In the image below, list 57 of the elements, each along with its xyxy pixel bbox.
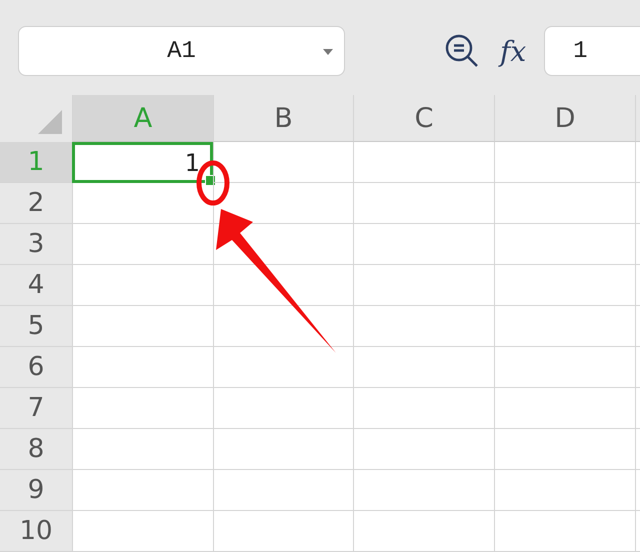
magnifier-icon[interactable] [444, 33, 480, 69]
table-cell[interactable] [353, 265, 494, 306]
table-cell[interactable] [494, 511, 635, 552]
table-cell[interactable] [72, 470, 213, 511]
annotation-circle-overlay [196, 160, 230, 206]
table-cell[interactable] [72, 183, 213, 224]
row-header[interactable]: 5 [0, 306, 72, 347]
name-box[interactable]: A1 [18, 26, 345, 76]
table-cell[interactable] [213, 429, 353, 470]
table-cell[interactable] [353, 224, 494, 265]
column-header[interactable]: C [353, 95, 494, 142]
table-cell[interactable] [353, 388, 494, 429]
table-cell[interactable] [72, 347, 213, 388]
table-cell[interactable] [213, 347, 353, 388]
table-cell[interactable] [494, 265, 635, 306]
table-cell[interactable] [494, 183, 635, 224]
table-cell[interactable] [353, 429, 494, 470]
table-cell[interactable] [72, 224, 213, 265]
table-cell[interactable] [494, 429, 635, 470]
table-cell[interactable] [72, 388, 213, 429]
table-cell[interactable] [72, 306, 213, 347]
table-cell[interactable]: 1 [72, 142, 213, 183]
row-header[interactable]: 10 [0, 511, 72, 552]
row-header[interactable]: 7 [0, 388, 72, 429]
table-cell[interactable] [213, 470, 353, 511]
table-cell[interactable] [494, 142, 635, 183]
column-header[interactable] [635, 95, 640, 142]
select-all-corner[interactable] [0, 95, 72, 142]
table-cell[interactable] [213, 511, 353, 552]
table-cell[interactable] [494, 388, 635, 429]
table-cell[interactable] [353, 347, 494, 388]
function-label[interactable]: fx [500, 34, 526, 68]
table-cell[interactable] [72, 511, 213, 552]
table-cell[interactable] [72, 429, 213, 470]
row-header[interactable]: 6 [0, 347, 72, 388]
table-cell[interactable] [213, 142, 353, 183]
table-cell[interactable] [353, 511, 494, 552]
table-cell[interactable] [353, 470, 494, 511]
row-header[interactable]: 8 [0, 429, 72, 470]
column-header[interactable]: B [213, 95, 353, 142]
table-cell[interactable] [494, 224, 635, 265]
row-header[interactable]: 4 [0, 265, 72, 306]
dropdown-caret-icon[interactable] [323, 49, 333, 55]
table-cell[interactable] [72, 265, 213, 306]
table-cell[interactable] [494, 347, 635, 388]
row-header[interactable]: 2 [0, 183, 72, 224]
table-cell[interactable] [353, 183, 494, 224]
row-header[interactable]: 3 [0, 224, 72, 265]
formula-field[interactable]: 1 [544, 26, 640, 76]
table-cell[interactable] [353, 142, 494, 183]
row-header[interactable]: 9 [0, 470, 72, 511]
table-cell[interactable] [494, 306, 635, 347]
corner-triangle-icon [38, 110, 62, 134]
table-cell[interactable] [213, 388, 353, 429]
table-cell[interactable] [353, 306, 494, 347]
table-cell[interactable] [494, 470, 635, 511]
column-header[interactable]: D [494, 95, 635, 142]
